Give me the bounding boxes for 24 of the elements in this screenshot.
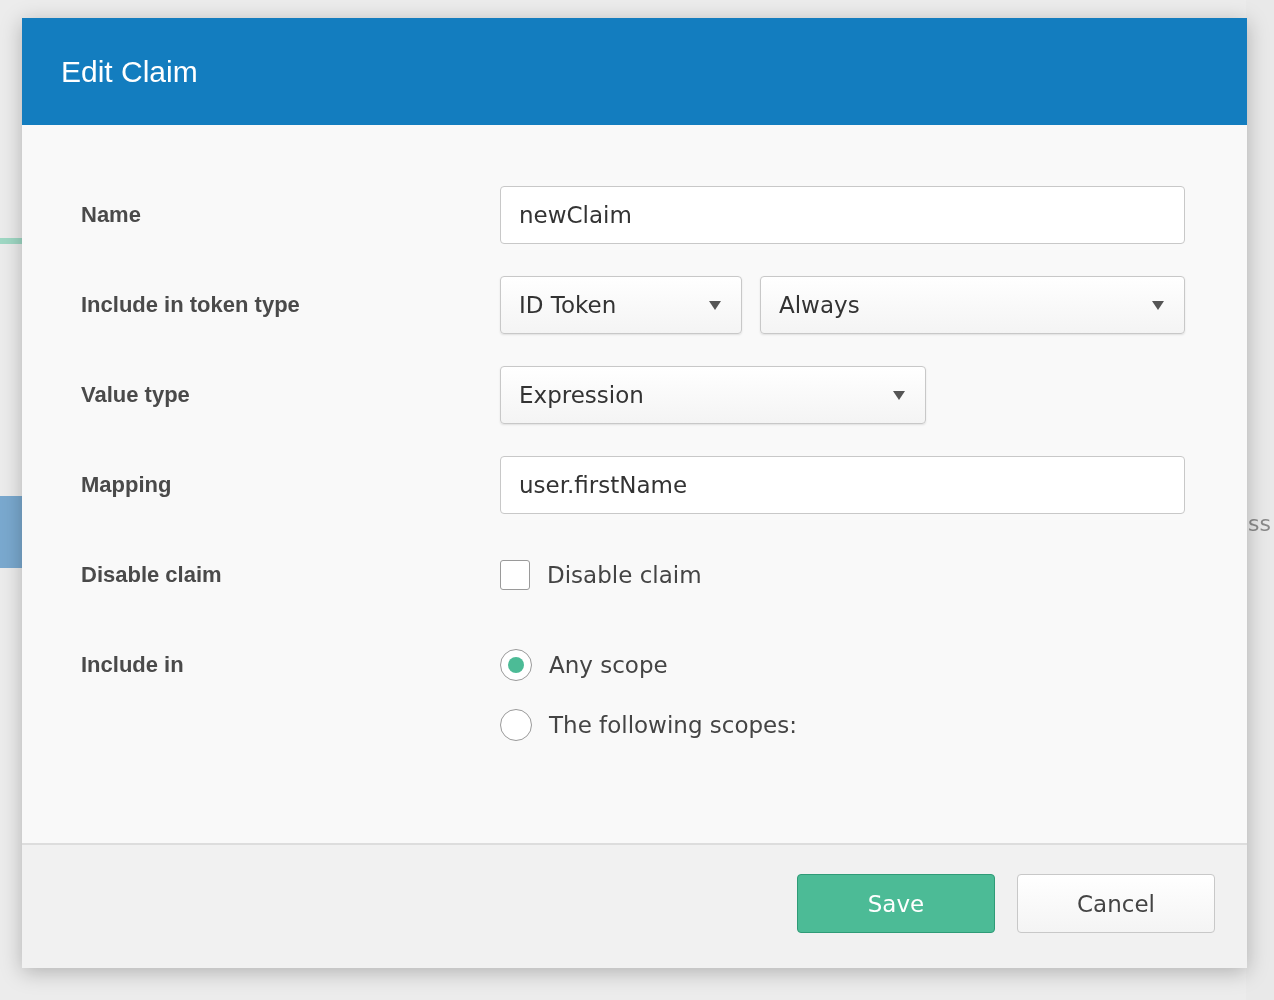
caret-icon	[893, 390, 905, 400]
background-text: ss	[1248, 511, 1272, 536]
field-label: Mapping	[81, 471, 173, 499]
field-label: Value type	[81, 381, 191, 409]
field-label: Include in token type	[81, 291, 301, 319]
radio-button[interactable]	[500, 649, 532, 681]
field-label: Include in	[81, 651, 185, 679]
radio-button[interactable]	[500, 709, 532, 741]
caret-icon	[709, 300, 721, 310]
cancel-button[interactable]: Cancel	[1017, 874, 1215, 933]
field-label: Name	[81, 201, 142, 229]
text-field[interactable]: user.firstName	[500, 456, 1185, 514]
dropdown[interactable]: Always	[760, 276, 1185, 334]
text-field[interactable]: newClaim	[500, 186, 1185, 244]
dialog-title: Edit Claim	[61, 54, 198, 89]
checkbox[interactable]	[500, 560, 530, 590]
caret-icon	[1152, 300, 1164, 310]
dropdown[interactable]: Expression	[500, 366, 926, 424]
field-label: Disable claim	[81, 561, 223, 589]
checkbox-label: Disable claim	[547, 562, 702, 588]
radio-label: Any scope	[549, 652, 668, 678]
selected-row-background	[0, 496, 22, 568]
dropdown[interactable]: ID Token	[500, 276, 742, 334]
radio-label: The following scopes:	[549, 712, 797, 738]
